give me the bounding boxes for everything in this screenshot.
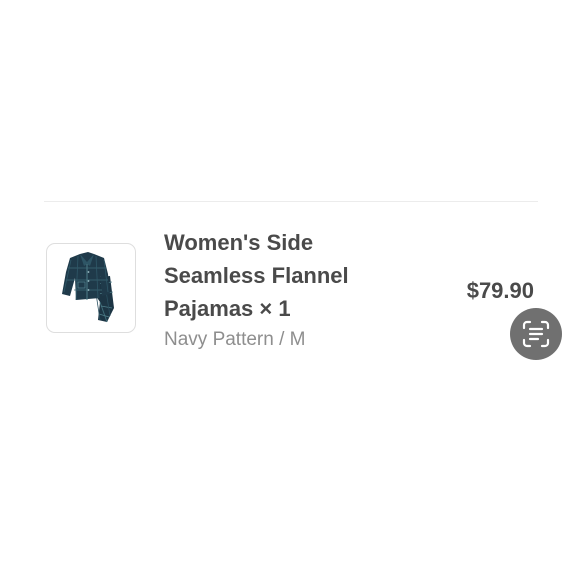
- product-title[interactable]: Women's Side Seamless Flannel Pajamas × …: [164, 226, 394, 325]
- product-variant: Navy Pattern / M: [164, 329, 306, 350]
- scan-text-icon: [522, 320, 550, 348]
- product-thumbnail[interactable]: [46, 243, 136, 333]
- scan-text-button[interactable]: [510, 308, 562, 360]
- pajamas-icon: [62, 252, 114, 323]
- order-item-page: Women's Side Seamless Flannel Pajamas × …: [0, 0, 580, 580]
- section-divider: [44, 201, 538, 202]
- product-price: $79.90: [466, 278, 534, 303]
